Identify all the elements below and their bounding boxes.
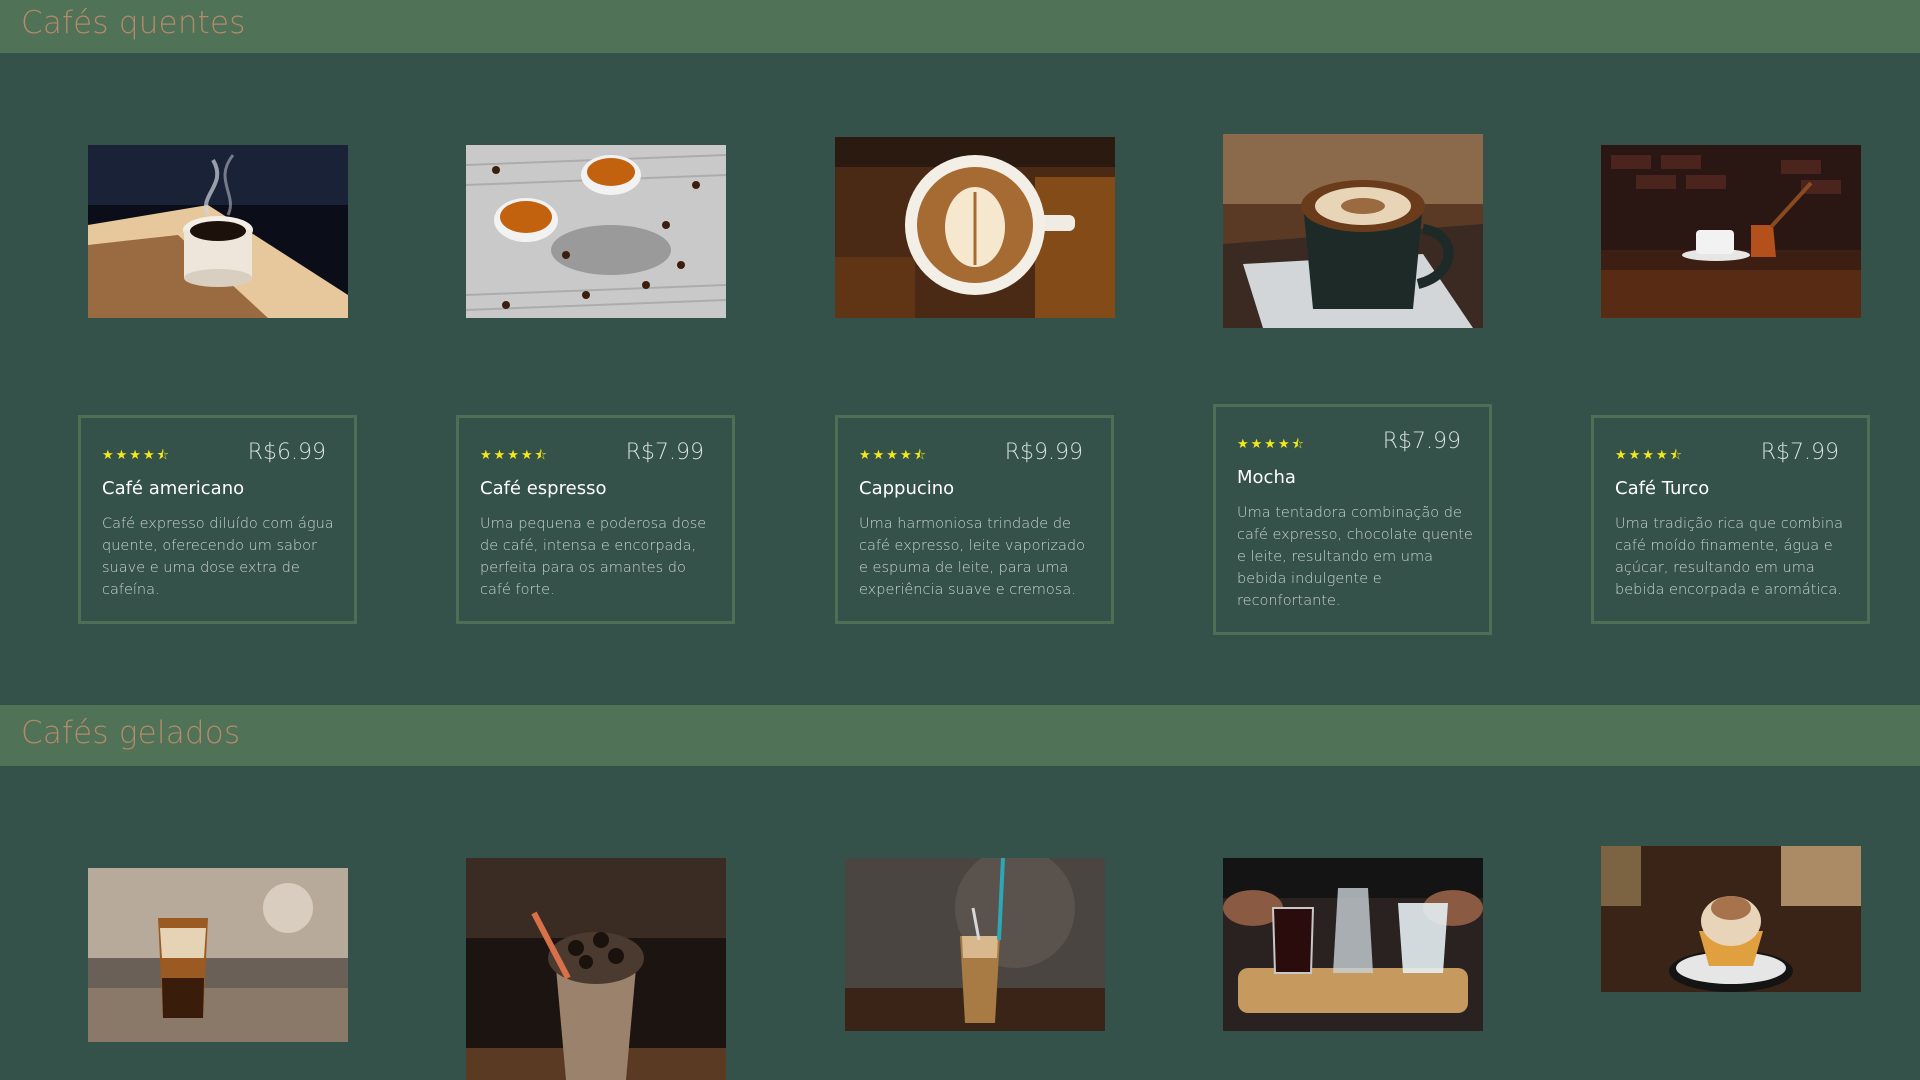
product-description: Uma pequena e poderosa dose de café, int…	[480, 516, 707, 598]
product-image-iced-coffee[interactable]	[845, 858, 1105, 1031]
section-header-iced: Cafés gelados	[0, 705, 1920, 766]
product-image-espresso[interactable]	[466, 145, 726, 318]
product-image-affogato[interactable]	[1601, 846, 1861, 992]
rating-stars: ★★★★⯪	[480, 448, 549, 463]
product-name: Mocha	[1237, 467, 1296, 488]
product-card-espresso[interactable]: ★★★★⯪ R$7.99 Café espresso Uma pequena e…	[456, 415, 735, 624]
rating-stars: ★★★★⯪	[1615, 448, 1684, 463]
hot-americano-cup-image	[88, 145, 348, 318]
product-name: Café espresso	[480, 478, 607, 499]
product-image-frappe[interactable]	[466, 858, 726, 1080]
product-image-americano[interactable]	[88, 145, 348, 318]
product-name: Café americano	[102, 478, 245, 499]
rating-stars: ★★★★⯪	[859, 448, 928, 463]
product-name: Café Turco	[1615, 478, 1710, 499]
product-image-iced-latte[interactable]	[88, 868, 348, 1042]
product-description: Uma tradição rica que combina café moído…	[1615, 516, 1843, 598]
product-image-turkish[interactable]	[1601, 145, 1861, 318]
product-price: R$7.99	[625, 440, 704, 465]
product-card-americano[interactable]: ★★★★⯪ R$6.99 Café americano Café express…	[78, 415, 357, 624]
iced-latte-glass-image	[88, 868, 348, 1042]
product-image-cold-brew[interactable]	[1223, 858, 1483, 1031]
frappe-cookies-cup-image	[466, 858, 726, 1080]
product-name: Cappucino	[859, 478, 955, 499]
product-price: R$6.99	[247, 440, 326, 465]
product-price: R$7.99	[1382, 429, 1461, 454]
product-description: Café expresso diluído com água quente, o…	[102, 516, 334, 598]
product-card-mocha[interactable]: ★★★★⯪ R$7.99 Mocha Uma tentadora combina…	[1213, 404, 1492, 635]
section-header-hot: Cafés quentes	[0, 0, 1920, 53]
product-card-cappuccino[interactable]: ★★★★⯪ R$9.99 Cappucino Uma harmoniosa tr…	[835, 415, 1114, 624]
product-price: R$9.99	[1004, 440, 1083, 465]
cappuccino-latte-art-image	[835, 137, 1115, 318]
product-image-mocha[interactable]	[1223, 134, 1483, 328]
rating-stars: ★★★★⯪	[102, 448, 171, 463]
product-card-turkish[interactable]: ★★★★⯪ R$7.99 Café Turco Uma tradição ric…	[1591, 415, 1870, 624]
product-description: Uma tentadora combinação de café express…	[1237, 505, 1473, 609]
section-title: Cafés gelados	[21, 715, 241, 751]
cold-brew-tray-image	[1223, 858, 1483, 1031]
espresso-cups-image	[466, 145, 726, 318]
affogato-dessert-image	[1601, 846, 1861, 992]
product-price: R$7.99	[1760, 440, 1839, 465]
turkish-coffee-pot-image	[1601, 145, 1861, 318]
rating-stars: ★★★★⯪	[1237, 437, 1306, 452]
section-title: Cafés quentes	[21, 5, 246, 41]
iced-coffee-straw-image	[845, 858, 1105, 1031]
mocha-cup-image	[1223, 134, 1483, 328]
product-image-cappuccino[interactable]	[835, 137, 1115, 318]
product-description: Uma harmoniosa trindade de café expresso…	[859, 516, 1086, 598]
